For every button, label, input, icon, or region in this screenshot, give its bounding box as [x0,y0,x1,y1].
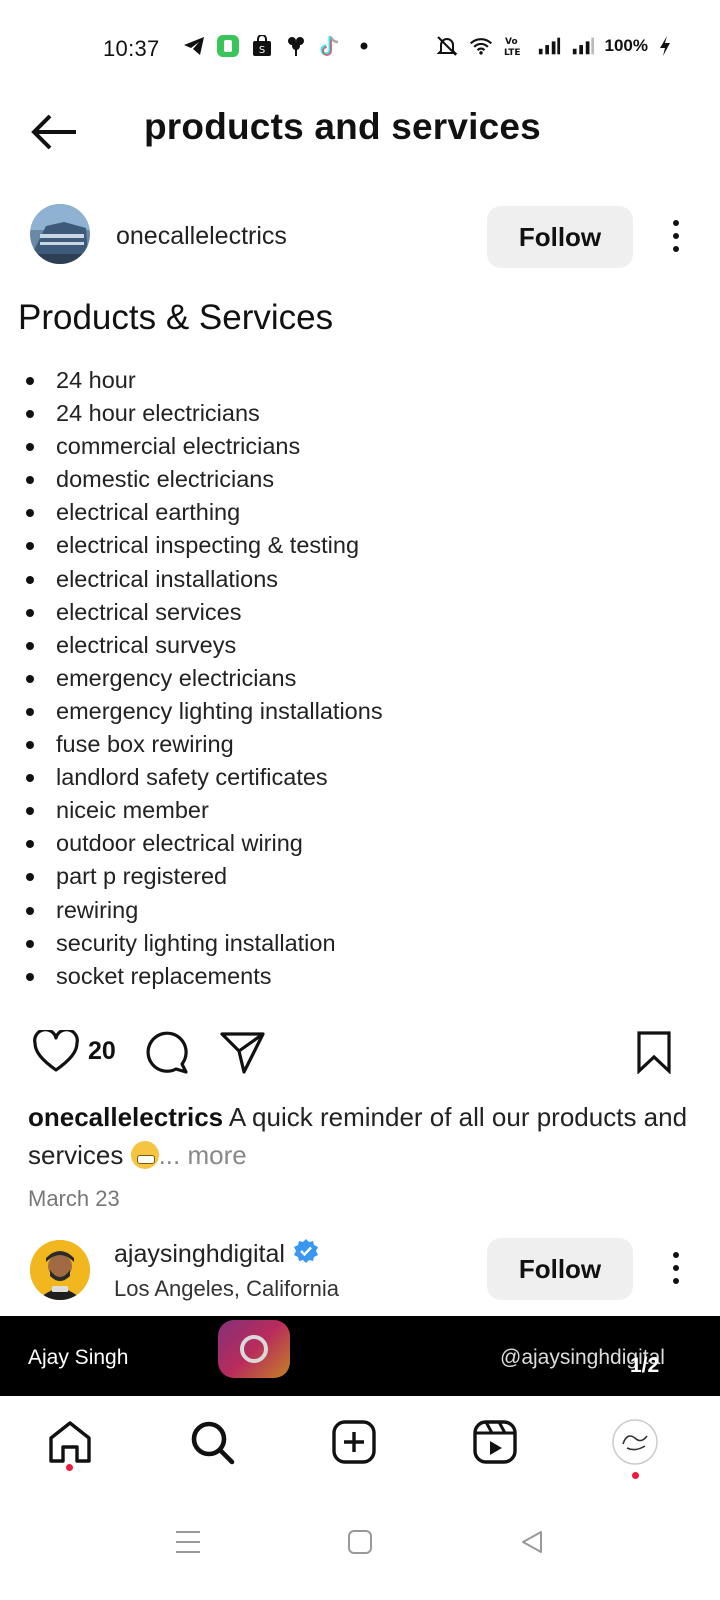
battery-level: 100% [604,36,648,55]
wifi-icon [469,34,493,58]
status-bar: 10:37 S Vo LTE 100% [0,0,720,96]
create-icon[interactable] [330,1418,378,1466]
list-item: socket replacements [24,960,383,993]
services-list: 24 hour 24 hour electricians commercial … [24,364,383,993]
system-icons: Vo LTE 100% [435,34,672,58]
more-options-icon[interactable] [664,216,688,256]
post-caption: onecallelectrics A quick reminder of all… [28,1098,696,1174]
svg-text:S: S [259,45,265,56]
like-icon[interactable] [32,1028,80,1076]
reels-icon[interactable] [471,1418,519,1466]
app-icon [216,34,240,58]
telegram-icon [182,34,206,58]
profile-avatar[interactable] [611,1418,659,1466]
bookmark-icon[interactable] [636,1028,672,1076]
avatar[interactable] [30,1240,90,1300]
next-post-header: ajaysinghdigital Los Angeles, California… [0,1236,720,1316]
caption-more-link[interactable]: ... more [159,1140,247,1170]
post-actions: 20 [0,1028,720,1084]
page-title: products and services [144,106,541,147]
charging-icon [658,34,672,58]
carousel-counter: 1/2 [630,1354,660,1377]
signal-icon [571,34,595,58]
notification-dot [632,1472,639,1479]
list-item: electrical services [24,596,383,629]
notification-icons: S [182,34,376,58]
image-heading: Products & Services [18,298,334,337]
list-item: 24 hour electricians [24,397,383,430]
status-time: 10:37 [103,36,160,61]
list-item: domestic electricians [24,463,383,496]
volte-icon: Vo LTE [503,34,527,58]
like-count[interactable]: 20 [88,1037,116,1066]
list-item: outdoor electrical wiring [24,827,383,860]
home-icon[interactable] [46,1418,94,1466]
bottom-nav [0,1396,720,1502]
caption-username[interactable]: onecallelectrics [28,1102,223,1132]
follow-button[interactable]: Follow [487,206,633,268]
list-item: niceic member [24,794,383,827]
post-date: March 23 [28,1186,120,1211]
search-icon[interactable] [188,1418,236,1466]
list-item: 24 hour [24,364,383,397]
next-post-image[interactable]: Ajay Singh @ajaysinghdigital 1/2 [0,1316,720,1396]
list-item: electrical installations [24,563,383,596]
share-icon[interactable] [218,1028,266,1076]
post-header: onecallelectrics Follow [0,204,720,268]
list-item: landlord safety certificates [24,761,383,794]
list-item: security lighting installation [24,927,383,960]
flower-icon [284,34,308,58]
app-header: products and services [0,96,720,166]
svg-text:LTE: LTE [504,48,521,57]
instagram-logo-icon [218,1320,290,1378]
image-caption-left: Ajay Singh [28,1346,129,1369]
list-item: part p registered [24,860,383,893]
list-item: electrical inspecting & testing [24,529,383,562]
post-image[interactable]: Products & Services 24 hour 24 hour elec… [0,290,720,1002]
menu-icon[interactable] [172,1526,204,1558]
shopping-bag-icon: S [250,34,274,58]
tiktok-icon [318,34,342,58]
comment-icon[interactable] [142,1028,190,1076]
back-triangle-icon[interactable] [516,1526,548,1558]
list-item: emergency electricians [24,662,383,695]
post-username[interactable]: onecallelectrics [116,222,287,251]
list-item: commercial electricians [24,430,383,463]
next-post-user: ajaysinghdigital [114,1238,319,1271]
list-item: emergency lighting installations [24,695,383,728]
notification-dot [66,1464,73,1471]
list-item: rewiring [24,894,383,927]
home-square-icon[interactable] [344,1526,376,1558]
more-options-icon[interactable] [664,1248,688,1288]
system-navigation-bar [0,1502,720,1600]
follow-button[interactable]: Follow [487,1238,633,1300]
grimacing-emoji-icon [130,1141,159,1169]
post-location[interactable]: Los Angeles, California [114,1276,339,1302]
list-item: electrical surveys [24,629,383,662]
avatar[interactable] [30,204,90,264]
list-item: electrical earthing [24,496,383,529]
svg-text:Vo: Vo [505,37,518,47]
list-item: fuse box rewiring [24,728,383,761]
back-arrow-icon[interactable] [30,112,78,152]
dot-icon [352,34,376,58]
verified-badge-icon [293,1238,319,1271]
signal-icon [537,34,561,58]
next-post-username[interactable]: ajaysinghdigital [114,1240,285,1269]
mute-icon [435,34,459,58]
